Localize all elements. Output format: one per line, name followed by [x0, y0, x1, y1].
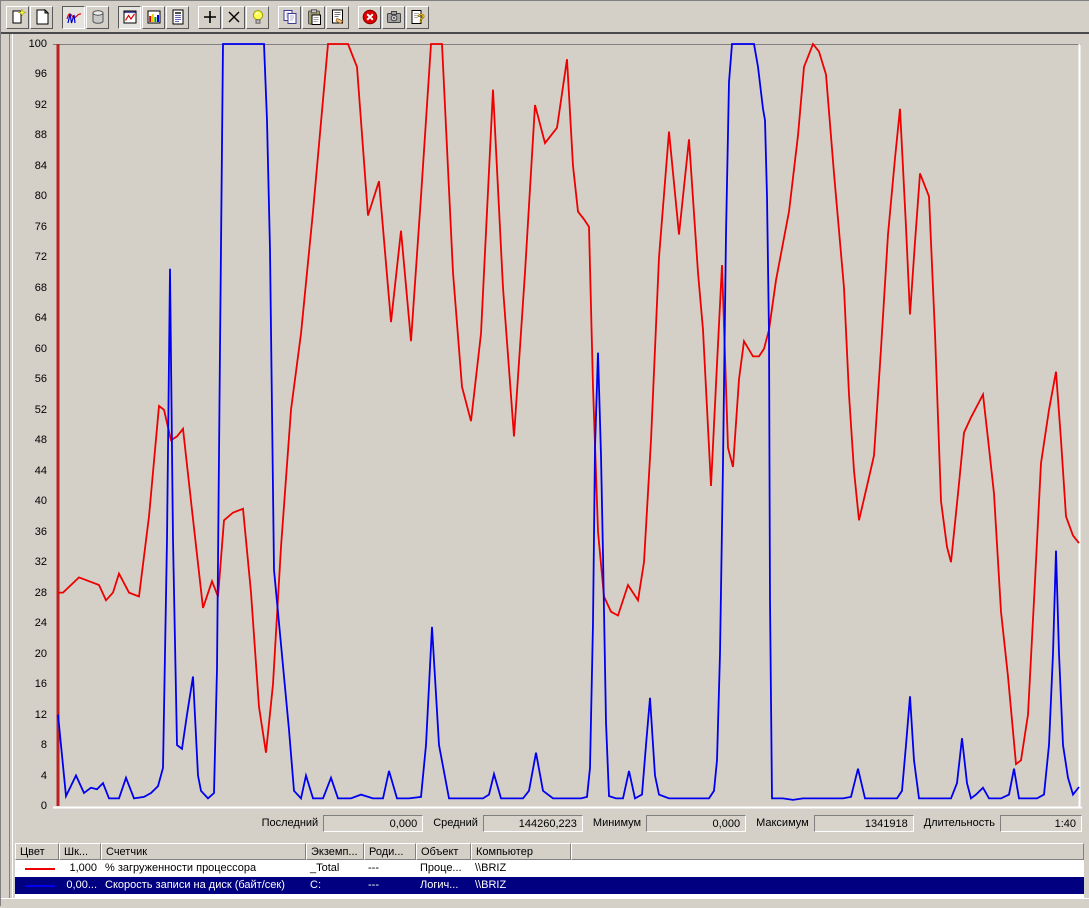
- stat-label-3: Максимум: [756, 817, 809, 829]
- series-line-0: [58, 44, 1079, 764]
- stat-label-0: Последний: [262, 817, 319, 829]
- left-frame-groove: [9, 34, 13, 898]
- column-header-3[interactable]: Экземп...: [306, 843, 364, 860]
- parent-cell: ---: [364, 860, 416, 877]
- series-line-1: [58, 44, 1079, 800]
- stat-value-0: 0,000: [323, 815, 423, 832]
- color-cell: [15, 860, 59, 877]
- computer-cell: \\BRIZ: [471, 877, 571, 894]
- counter-row-0[interactable]: 1,000% загруженности процессора_Total---…: [15, 860, 1084, 877]
- stat-label-4: Длительность: [924, 817, 995, 829]
- column-header-2[interactable]: Счетчик: [101, 843, 306, 860]
- instance-cell: C:: [306, 877, 364, 894]
- column-header-filler: [571, 843, 1084, 860]
- computer-cell: \\BRIZ: [471, 860, 571, 877]
- counter-list: 1,000% загруженности процессора_Total---…: [15, 860, 1084, 898]
- object-cell: Логич...: [416, 877, 471, 894]
- column-header-1[interactable]: Шк...: [59, 843, 101, 860]
- stat-value-2: 0,000: [646, 815, 746, 832]
- counter-row-1[interactable]: 0,00...Скорость записи на диск (байт/сек…: [15, 877, 1084, 894]
- series-color-swatch: [25, 885, 55, 887]
- stat-label-2: Минимум: [593, 817, 641, 829]
- object-cell: Проце...: [416, 860, 471, 877]
- chart-plot: [1, 1, 1089, 907]
- right-frame: [1085, 34, 1089, 898]
- scale-cell: 0,00...: [59, 877, 101, 894]
- column-header-6[interactable]: Компьютер: [471, 843, 571, 860]
- color-cell: [15, 877, 59, 894]
- parent-cell: ---: [364, 877, 416, 894]
- stat-value-3: 1341918: [814, 815, 914, 832]
- bottom-frame: [1, 898, 1089, 908]
- column-header-4[interactable]: Роди...: [364, 843, 416, 860]
- instance-cell: _Total: [306, 860, 364, 877]
- counter-list-header: ЦветШк...СчетчикЭкземп...Роди...ОбъектКо…: [15, 843, 1084, 860]
- counter-cell: % загруженности процессора: [101, 860, 306, 877]
- stat-value-4: 1:40: [1000, 815, 1082, 832]
- counter-cell: Скорость записи на диск (байт/сек): [101, 877, 306, 894]
- value-bar: Последний 0,000 Средний 144260,223 Минимум 0,…: [1, 813, 1082, 833]
- scale-cell: 1,000: [59, 860, 101, 877]
- performance-monitor-window: ? 04812162024283236404448525660646872768…: [0, 0, 1089, 906]
- series-color-swatch: [25, 868, 55, 870]
- stat-value-1: 144260,223: [483, 815, 583, 832]
- stat-label-1: Средний: [433, 817, 478, 829]
- column-header-5[interactable]: Объект: [416, 843, 471, 860]
- column-header-0[interactable]: Цвет: [15, 843, 59, 860]
